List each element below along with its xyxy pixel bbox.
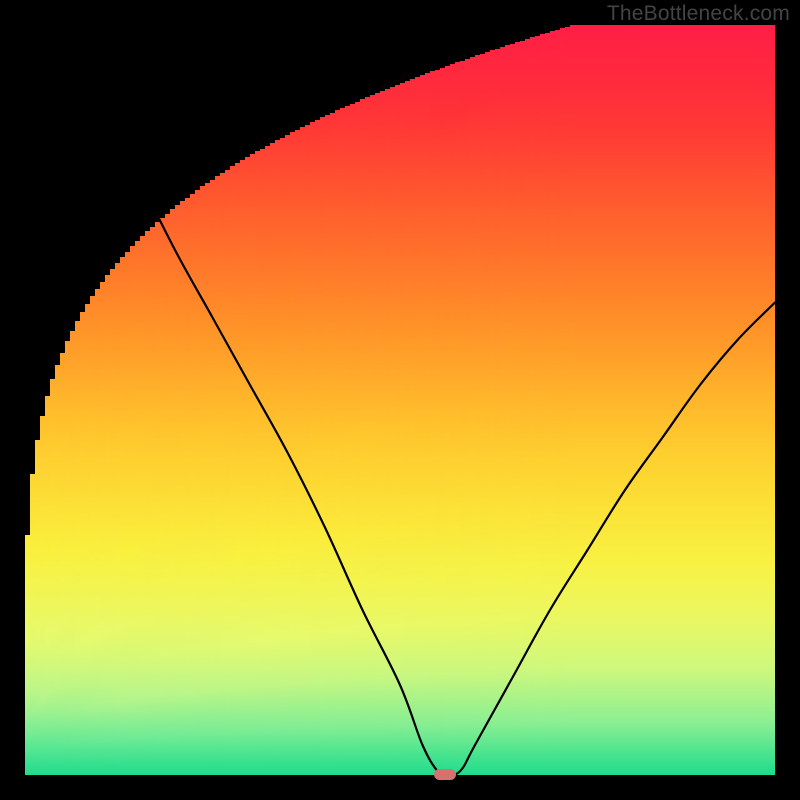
optimal-marker: [434, 769, 456, 780]
bottleneck-curve: [25, 25, 775, 775]
watermark: TheBottleneck.com: [607, 2, 790, 26]
